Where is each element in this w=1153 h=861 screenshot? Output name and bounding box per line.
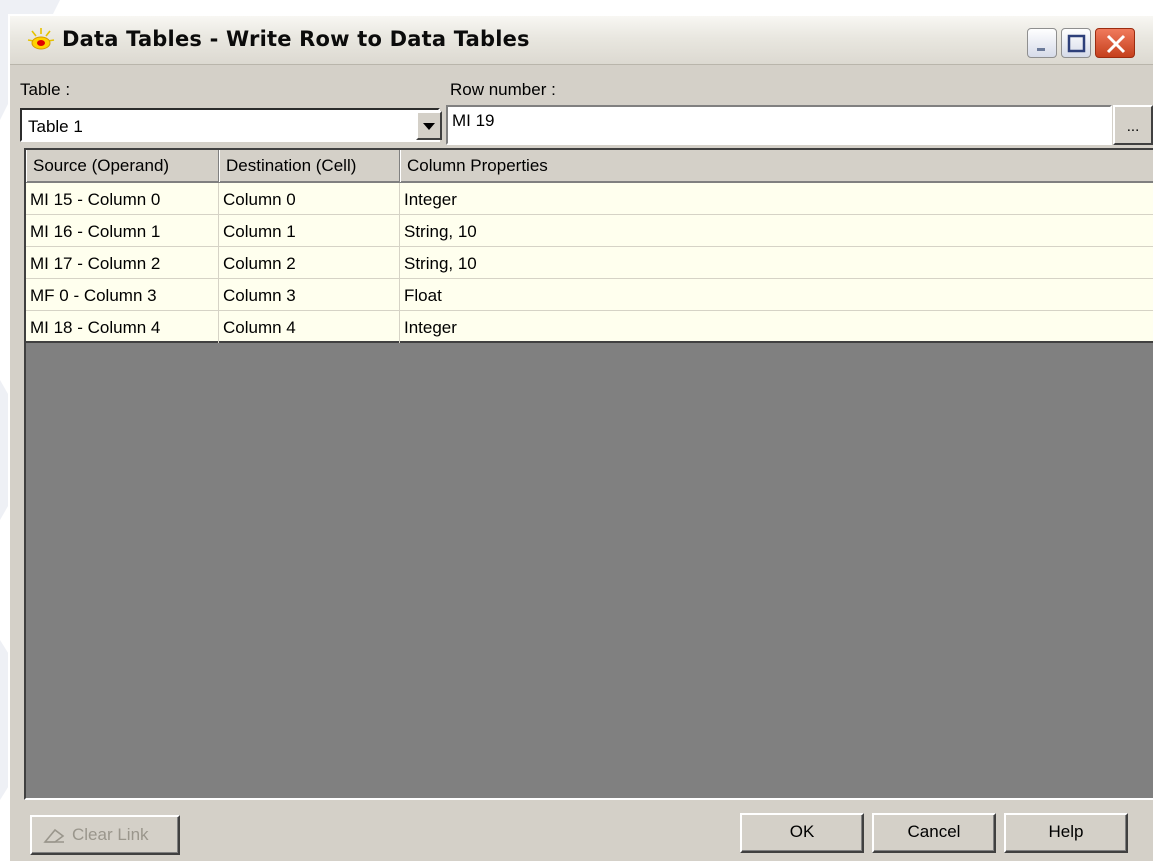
destination-cell[interactable]: Column 0 (219, 183, 400, 215)
table-select-value: Table 1 (28, 117, 83, 136)
table-row[interactable]: MI 18 - Column 4 Column 4 Integer (26, 311, 1153, 343)
clear-link-label: Clear Link (72, 825, 149, 844)
destination-cell[interactable]: Column 3 (219, 279, 400, 311)
row-number-value: MI 19 (452, 111, 495, 130)
grid-rows: MI 15 - Column 0 Column 0 Integer MI 16 … (26, 183, 1153, 343)
column-header-destination[interactable]: Destination (Cell) (219, 150, 400, 182)
destination-cell[interactable]: Column 4 (219, 311, 400, 343)
minimize-button[interactable] (1027, 28, 1057, 58)
button-bar: Clear Link OK Cancel Help (10, 803, 1153, 861)
title-bar[interactable]: Data Tables - Write Row to Data Tables (10, 16, 1153, 65)
data-grid[interactable]: Source (Operand) Destination (Cell) Colu… (24, 148, 1153, 800)
browse-operand-button[interactable]: ... (1113, 105, 1153, 145)
source-cell[interactable]: MI 18 - Column 4 (26, 311, 219, 343)
source-cell[interactable]: MI 16 - Column 1 (26, 215, 219, 247)
cancel-button[interactable]: Cancel (872, 813, 996, 853)
column-header-source[interactable]: Source (Operand) (26, 150, 219, 182)
source-cell[interactable]: MI 15 - Column 0 (26, 183, 219, 215)
properties-cell[interactable]: String, 10 (400, 247, 1153, 279)
grid-header: Source (Operand) Destination (Cell) Colu… (26, 150, 1153, 182)
chevron-down-icon (423, 123, 435, 130)
window-title: Data Tables - Write Row to Data Tables (62, 27, 530, 51)
table-label: Table : (20, 80, 71, 99)
column-header-properties[interactable]: Column Properties (400, 150, 1153, 182)
table-dropdown-button[interactable] (416, 111, 442, 140)
maximize-icon (1067, 34, 1086, 53)
close-button[interactable] (1095, 28, 1135, 58)
destination-cell[interactable]: Column 2 (219, 247, 400, 279)
maximize-button[interactable] (1061, 28, 1091, 58)
sun-icon (27, 28, 55, 50)
destination-cell[interactable]: Column 1 (219, 215, 400, 247)
dialog-window: Data Tables - Write Row to Data Tables T… (8, 14, 1153, 861)
minimize-icon (1037, 48, 1045, 51)
properties-cell[interactable]: Integer (400, 311, 1153, 343)
clear-link-button[interactable]: Clear Link (30, 815, 180, 855)
table-row[interactable]: MI 15 - Column 0 Column 0 Integer (26, 183, 1153, 215)
help-button[interactable]: Help (1004, 813, 1128, 853)
table-row[interactable]: MF 0 - Column 3 Column 3 Float (26, 279, 1153, 311)
row-number-input[interactable]: MI 19 (446, 105, 1112, 145)
table-row[interactable]: MI 17 - Column 2 Column 2 String, 10 (26, 247, 1153, 279)
row-number-label: Row number : (450, 80, 556, 99)
table-row[interactable]: MI 16 - Column 1 Column 1 String, 10 (26, 215, 1153, 247)
properties-cell[interactable]: Integer (400, 183, 1153, 215)
properties-cell[interactable]: Float (400, 279, 1153, 311)
close-icon (1106, 34, 1126, 54)
eraser-icon (43, 828, 65, 843)
properties-cell[interactable]: String, 10 (400, 215, 1153, 247)
table-select[interactable]: Table 1 (20, 108, 442, 142)
ok-button[interactable]: OK (740, 813, 864, 853)
source-cell[interactable]: MI 17 - Column 2 (26, 247, 219, 279)
source-cell[interactable]: MF 0 - Column 3 (26, 279, 219, 311)
